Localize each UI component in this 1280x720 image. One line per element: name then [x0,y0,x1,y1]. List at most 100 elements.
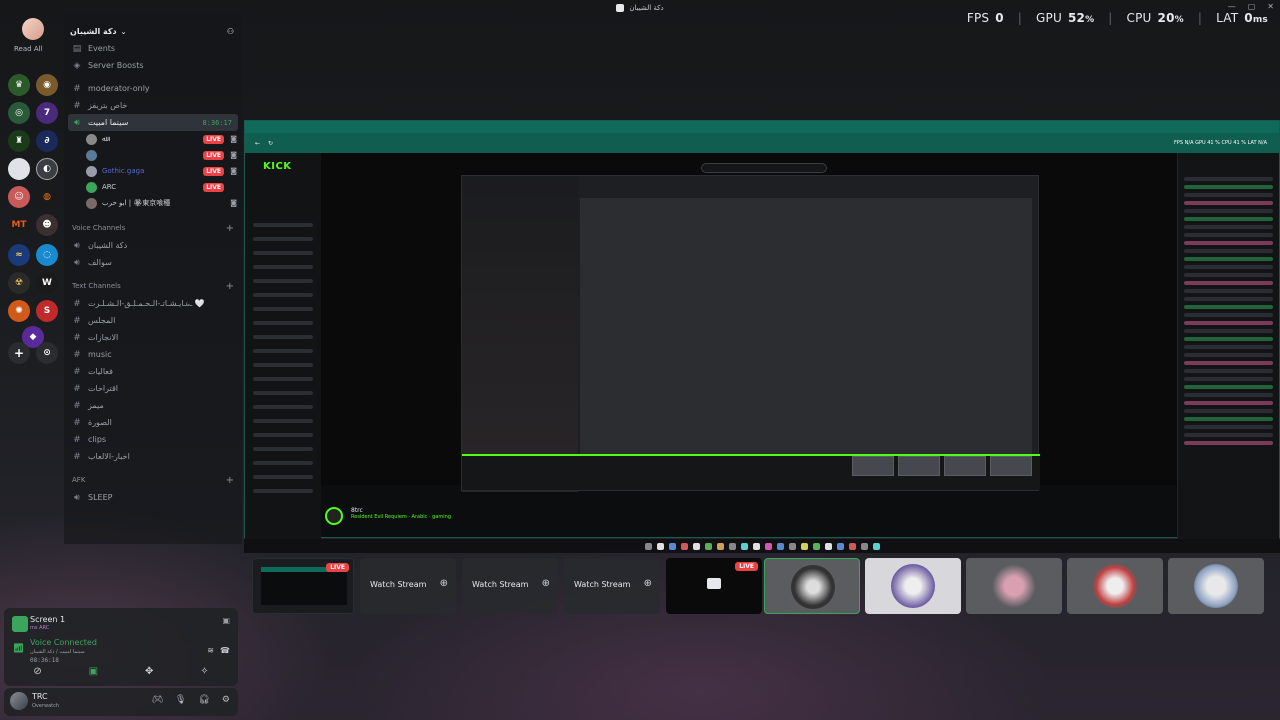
browser-titlebar [245,121,1279,133]
inner-perf-readout: FPS N/A GPU 41 % CPU 41 % LAT N/A [1174,140,1267,146]
text-channel[interactable]: # الصورة [64,414,242,431]
voice-channel-info[interactable]: سينما امبيت / دكة الشيبان [30,649,85,655]
server-icon[interactable]: ✺ [8,300,30,322]
server-icon[interactable]: ☻ [36,214,58,236]
text-channel[interactable]: # ـ᥀ـايـشـاتـ-الـحـمـلـق-الـشـلـرت 🤍 [64,295,242,312]
text-channel[interactable]: # اقتراحات [64,380,242,397]
minimize-icon[interactable]: — [1228,2,1236,11]
server-icon[interactable]: ☢ [8,272,30,294]
voice-user[interactable]: ابو حرب | 🏵東京喰種 ◙ [64,195,242,211]
disconnect-icon[interactable]: ☎ [220,646,230,655]
participant-tile[interactable] [1168,558,1264,614]
guild-header[interactable]: دكة الشيبان ⌄ ⚇ [64,14,242,40]
text-channel[interactable]: # clips [64,431,242,448]
server-icon[interactable]: ◌ [36,244,58,266]
server-icon[interactable]: ◎ [8,102,30,124]
monitor-icon: ◙ [230,199,237,207]
server-icon[interactable]: ≈ [8,244,30,266]
server-icon[interactable]: 7 [36,102,58,124]
server-icon[interactable]: S [36,300,58,322]
live-stream-tile[interactable]: LIVE [666,558,762,614]
channel-moderator-only[interactable]: # moderator-only [64,80,242,97]
chevron-down-icon: ⌄ [120,27,127,36]
category-afk[interactable]: AFK + [64,471,242,489]
activities-icon[interactable]: ✥ [145,666,153,677]
live-badge: LIVE [326,563,349,572]
text-channel[interactable]: # music [64,346,242,363]
close-icon[interactable]: ✕ [1267,2,1274,11]
text-channel[interactable]: # اخبار-الالعاب [64,448,242,465]
explore-icon[interactable]: ⊙ [36,342,58,364]
server-icon[interactable]: W [36,272,58,294]
maximize-icon[interactable]: ▢ [1248,2,1256,11]
server-icon[interactable]: ◉ [36,74,58,96]
category-voice-channels[interactable]: Voice Channels + [64,219,242,237]
add-channel-icon[interactable]: + [226,223,234,234]
server-icon[interactable]: ◐ [36,158,58,180]
sidebar-item-events[interactable]: ▤ Events [64,40,242,57]
voice-user[interactable]: LIVE ◙ [64,147,242,163]
avatar[interactable] [10,692,28,710]
participant-tile[interactable] [764,558,860,614]
stream-preview-tile[interactable]: LIVE [252,558,354,614]
screen-share-button[interactable]: ▣ [89,666,98,677]
stream-tags: Resident Evil Requiem · Arabic · gaming [351,514,452,520]
signal-icon[interactable]: 📶︎ [13,644,24,654]
read-all-avatar[interactable] [22,18,44,40]
username[interactable]: TRC [32,692,48,701]
watch-stream-tile[interactable]: Watch Stream ⊕ [360,558,456,614]
app-icon [616,4,625,12]
participant-tile[interactable] [966,558,1062,614]
add-member-icon[interactable]: ⚇ [227,27,234,36]
headphones-icon[interactable]: 🎧︎ [198,695,209,705]
stream-video[interactable]: ← ↻ FPS N/A GPU 41 % CPU 41 % LAT N/A KI… [244,120,1280,539]
channel-private[interactable]: # خاص بتريفز [64,97,242,114]
text-channel[interactable]: # ميمز [64,397,242,414]
text-channel[interactable]: # الانجازات [64,329,242,346]
text-channel[interactable]: # فعاليات [64,363,242,380]
microphone-icon[interactable]: 🎙︎ [175,695,186,705]
voice-user[interactable]: ARC LIVE [64,179,242,195]
participant-tile[interactable] [1067,558,1163,614]
voice-user[interactable]: ﷲ LIVE ◙ [64,131,242,147]
category-text-channels[interactable]: Text Channels + [64,277,242,295]
voice-channel[interactable]: 🔊︎ سوالف [64,254,242,271]
hash-icon: # [73,298,81,309]
server-icon[interactable]: ♜ [8,130,30,152]
add-channel-icon[interactable]: + [226,281,234,292]
guild-name: دكة الشيبان ⌄ [70,26,127,36]
read-all-label[interactable]: Read All [14,45,43,53]
window-title: دكة الشيبان [629,4,664,12]
voice-channel[interactable]: 🔊︎ SLEEP [64,489,242,506]
divider: | [1017,11,1023,25]
watch-stream-tile[interactable]: Watch Stream ⊕ [462,558,558,614]
text-channel[interactable]: # المجلس [64,312,242,329]
server-icon[interactable] [8,158,30,180]
server-icon[interactable]: ☺ [8,186,30,208]
active-voice-channel[interactable]: 🔊︎ سينما امبيت 8:36:17 [68,114,238,131]
soundboard-icon[interactable]: ✧ [200,666,208,677]
avatar [1093,564,1137,608]
watch-stream-tile[interactable]: Watch Stream ⊕ [564,558,660,614]
avatar [86,149,97,161]
server-icon[interactable]: ∂ [36,130,58,152]
participant-tile[interactable] [865,558,961,614]
noise-suppression-icon[interactable]: ≋ [207,646,214,655]
controller-icon[interactable]: 🎮︎ [152,695,163,705]
hash-icon: # [73,100,81,111]
voice-user[interactable]: Gothic.gaga LIVE ◙ [64,163,242,179]
add-server-icon[interactable]: + [8,342,30,364]
stream-title: Screen 1 [30,615,66,624]
camera-off-icon[interactable]: ⊘ [33,666,41,677]
gear-icon[interactable]: ⚙ [222,695,230,705]
server-icon[interactable]: MT [8,214,30,236]
overwatch-icon[interactable]: ◍ [36,186,58,208]
hash-icon: # [73,417,81,428]
voice-channel[interactable]: 🔊︎ دكة الشيبان [64,237,242,254]
voice-connected-label[interactable]: Voice Connected [30,638,97,647]
nested-thumb [944,456,986,476]
sidebar-item-server-boosts[interactable]: ◈ Server Boosts [64,57,242,74]
add-channel-icon[interactable]: + [226,475,234,486]
server-icon[interactable]: ♛ [8,74,30,96]
popout-icon[interactable]: ▣ [222,616,230,625]
